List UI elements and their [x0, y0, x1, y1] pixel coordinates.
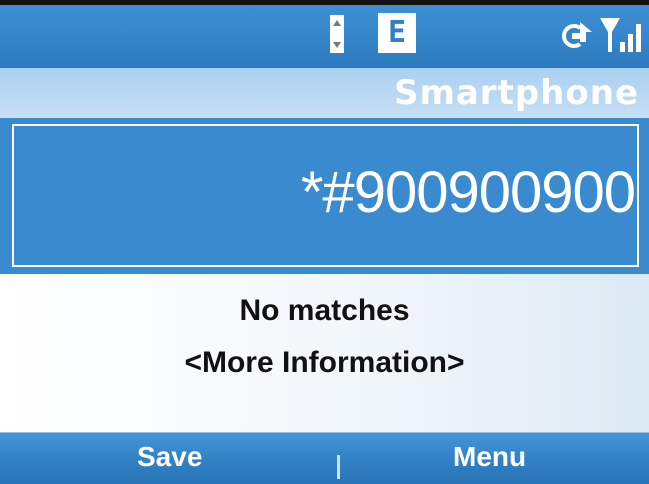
softkey-bar: Save Menu — [0, 432, 649, 484]
status-bar: E — [0, 0, 649, 68]
title-bar: Smartphone — [0, 68, 649, 118]
edge-network-icon: E — [378, 13, 416, 53]
save-softkey[interactable]: Save — [137, 441, 202, 473]
dial-number-field[interactable]: *#900900900 — [12, 124, 639, 267]
status-bar-top-edge — [0, 0, 649, 5]
results-area: No matches <More Information> — [0, 274, 649, 432]
signal-strength-icon — [600, 18, 641, 52]
scroll-down-arrow-icon — [333, 42, 341, 48]
gprs-connection-icon — [562, 22, 592, 48]
scroll-up-arrow-icon — [333, 20, 341, 26]
softkey-divider — [337, 455, 340, 479]
app-title: Smartphone — [393, 73, 639, 113]
scroll-indicator-icon — [330, 15, 344, 53]
more-information-link[interactable]: <More Information> — [0, 346, 649, 380]
menu-softkey[interactable]: Menu — [453, 441, 526, 473]
dialed-number: *#900900900 — [300, 160, 636, 225]
no-matches-label: No matches — [239, 294, 410, 327]
